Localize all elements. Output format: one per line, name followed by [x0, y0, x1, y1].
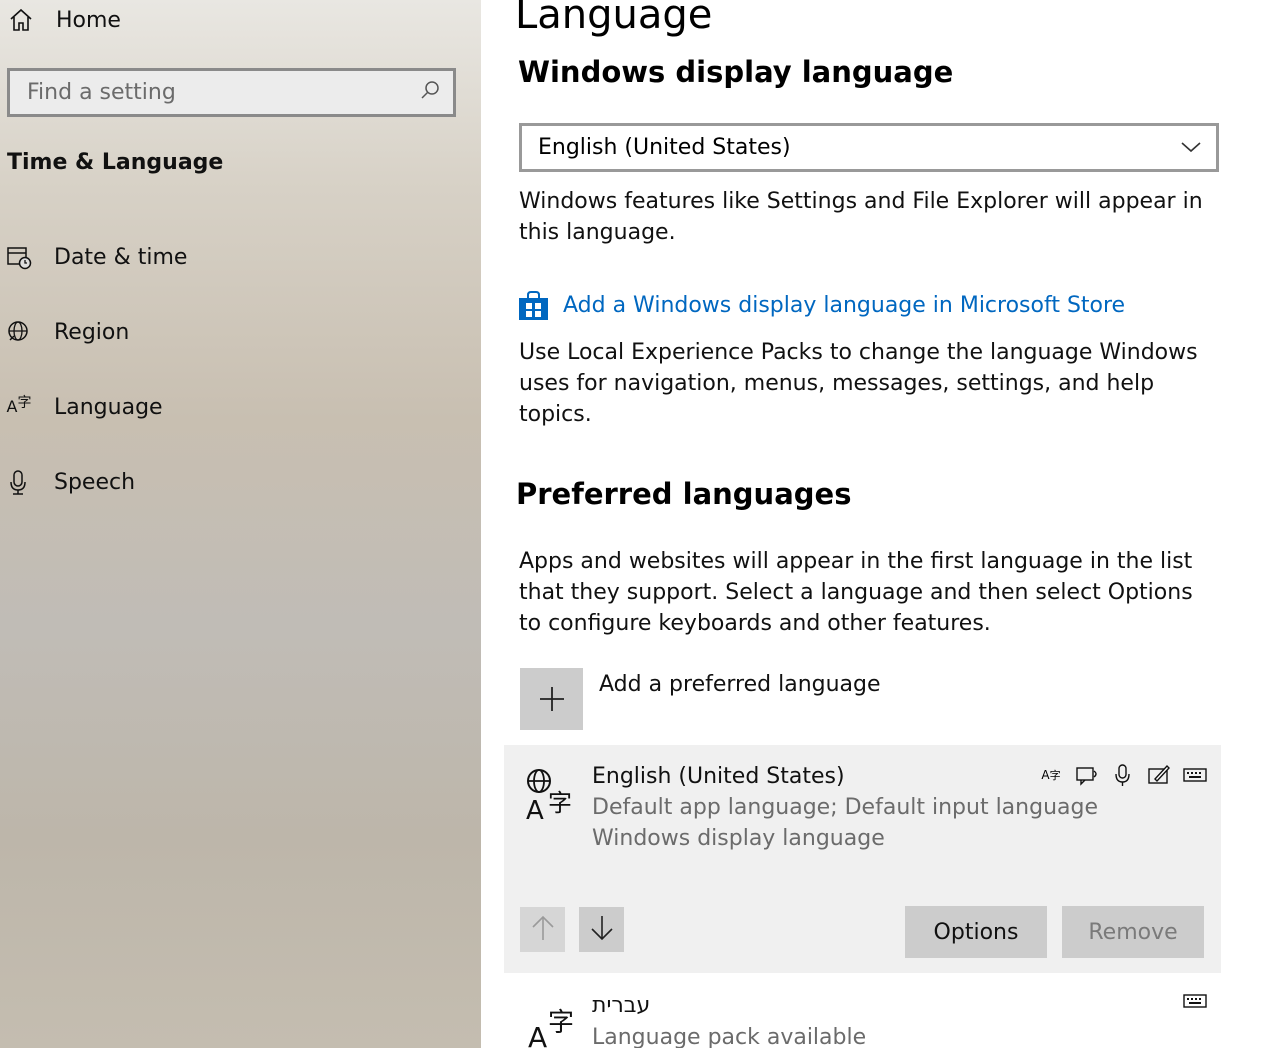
language-globe-icon: A 字: [524, 767, 576, 826]
svg-text:字: 字: [548, 789, 572, 817]
globe-icon: [6, 319, 32, 345]
sidebar-item-region[interactable]: Region: [6, 315, 129, 349]
move-up-button[interactable]: [520, 907, 565, 952]
store-link-label[interactable]: Add a Windows display language in Micros…: [563, 293, 1125, 318]
arrow-up-icon: [530, 914, 556, 946]
move-down-button[interactable]: [579, 907, 624, 952]
text-to-speech-icon: [1075, 763, 1099, 787]
language-feature-icons: A字: [1039, 763, 1207, 787]
remove-button[interactable]: Remove: [1062, 906, 1204, 958]
preferred-languages-description: Apps and websites will appear in the fir…: [519, 549, 1193, 636]
page-title: Language: [515, 0, 713, 38]
home-label: Home: [56, 7, 121, 33]
display-language-heading: Windows display language: [518, 55, 954, 89]
add-preferred-language-label: Add a preferred language: [599, 672, 881, 697]
sidebar-item-language[interactable]: A字 Language: [6, 390, 163, 424]
svg-text:A: A: [528, 1021, 547, 1048]
sidebar-item-speech[interactable]: Speech: [6, 465, 135, 499]
language-list-item[interactable]: A 字 עברית Language pack available: [504, 985, 1221, 1048]
language-name: English (United States): [592, 764, 845, 789]
store-link[interactable]: Add a Windows display language in Micros…: [518, 290, 1125, 321]
sidebar: Home Find a setting Time & Language Date…: [0, 0, 481, 1048]
store-description: Use Local Experience Packs to change the…: [519, 340, 1198, 427]
search-icon[interactable]: [419, 79, 441, 107]
language-status-2: Windows display language: [592, 826, 885, 851]
language-status-1: Language pack available: [592, 1025, 867, 1048]
sidebar-item-date-time[interactable]: Date & time: [6, 240, 187, 274]
speech-recognition-icon: [1111, 763, 1135, 787]
options-button[interactable]: Options: [905, 906, 1047, 958]
language-name: עברית: [592, 993, 651, 1018]
search-input[interactable]: Find a setting: [7, 68, 456, 117]
sidebar-item-label: Date & time: [54, 244, 188, 270]
main-content: Language Windows display language Englis…: [481, 0, 1264, 1048]
sidebar-item-label: Language: [54, 394, 163, 420]
plus-icon[interactable]: [520, 668, 583, 730]
microsoft-store-icon: [518, 290, 549, 321]
arrow-down-icon: [589, 914, 615, 946]
language-status-1: Default app language; Default input lang…: [592, 795, 1098, 820]
handwriting-icon: [1147, 763, 1171, 787]
calendar-clock-icon: [6, 244, 32, 270]
preferred-languages-heading: Preferred languages: [516, 477, 852, 511]
language-pack-icon: A字: [1041, 768, 1061, 782]
language-list-item-selected[interactable]: A 字 English (United States) Default app …: [504, 745, 1221, 973]
search-placeholder: Find a setting: [27, 80, 176, 105]
home-icon: [8, 7, 34, 33]
svg-text:A: A: [526, 796, 544, 823]
home-nav-item[interactable]: Home: [8, 4, 121, 36]
sidebar-item-label: Speech: [54, 469, 136, 495]
language-icon: A 字: [526, 995, 578, 1048]
language-icon: A字: [6, 395, 32, 416]
display-language-description: Windows features like Settings and File …: [519, 189, 1203, 245]
microphone-icon: [6, 469, 32, 495]
keyboard-icon: [1183, 989, 1207, 1017]
chevron-down-icon: [1180, 135, 1202, 160]
dropdown-selected-value: English (United States): [538, 135, 791, 160]
section-title: Time & Language: [7, 150, 224, 175]
svg-text:字: 字: [548, 1008, 574, 1038]
keyboard-icon: [1183, 763, 1207, 787]
add-preferred-language-button[interactable]: Add a preferred language: [520, 668, 881, 730]
display-language-dropdown[interactable]: English (United States): [519, 123, 1219, 172]
sidebar-item-label: Region: [54, 319, 130, 345]
